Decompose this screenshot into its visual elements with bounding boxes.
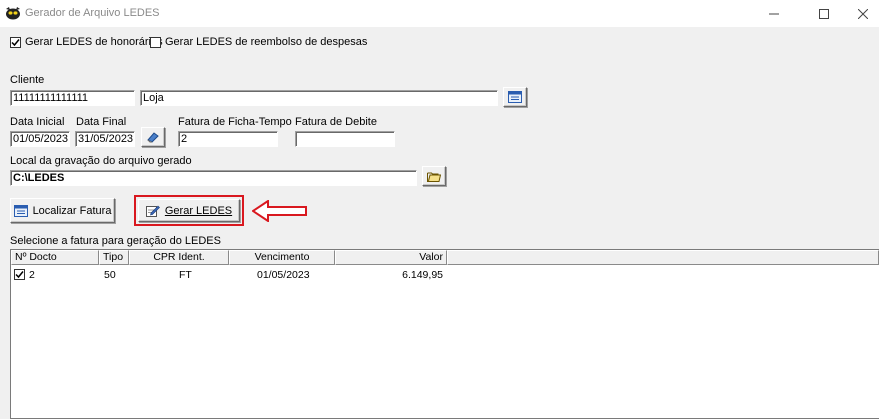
honorarios-checkbox[interactable] (10, 37, 21, 48)
column-header-filler (447, 250, 879, 265)
clear-dates-button[interactable] (141, 127, 165, 147)
close-button[interactable] (845, 0, 879, 27)
gerar-ledes-button[interactable]: Gerar LEDES (138, 199, 240, 222)
list-window-icon (508, 91, 522, 103)
invoice-grid[interactable]: Nº Docto Tipo CPR Ident. Vencimento Valo… (10, 249, 879, 419)
local-path-field[interactable]: C:\LEDES (10, 170, 417, 186)
browse-folder-button[interactable] (422, 166, 446, 186)
data-inicial-label: Data Inicial (10, 116, 65, 128)
column-header-valor[interactable]: Valor (335, 250, 447, 265)
minimize-button[interactable] (756, 0, 791, 27)
checkmark-icon (15, 271, 24, 279)
edit-document-icon (145, 205, 160, 217)
title-bar: Gerador de Arquivo LEDES (0, 0, 879, 27)
find-invoice-icon (13, 204, 28, 217)
cliente-code-field[interactable]: 11111111111111 (10, 90, 135, 106)
cliente-search-button[interactable] (503, 87, 527, 107)
cliente-name-field[interactable]: Loja (140, 90, 498, 106)
column-header-tipo[interactable]: Tipo (99, 250, 129, 265)
minimize-icon (768, 13, 779, 14)
localizar-fatura-label: Localizar Fatura (32, 204, 112, 217)
table-row[interactable]: 2 50 FT 01/05/2023 6.149,95 (11, 268, 879, 282)
cell-cpr: FT (179, 269, 192, 281)
column-header-docto[interactable]: Nº Docto (11, 250, 99, 265)
grid-header: Nº Docto Tipo CPR Ident. Vencimento Valo… (11, 250, 879, 265)
cell-vencimento: 01/05/2023 (257, 269, 310, 281)
cell-tipo: 50 (104, 269, 116, 281)
cell-docto: 2 (29, 269, 35, 281)
row-checkbox[interactable] (14, 269, 25, 280)
grid-caption: Selecione a fatura para geração do LEDES (10, 235, 221, 247)
window-title: Gerador de Arquivo LEDES (25, 7, 160, 19)
gerar-ledes-label: Gerar LEDES (164, 204, 233, 217)
column-header-cpr[interactable]: CPR Ident. (129, 250, 229, 265)
data-final-label: Data Final (76, 116, 127, 128)
cell-valor: 6.149,95 (402, 269, 443, 281)
fatura-ficha-label: Fatura de Ficha-Tempo (178, 116, 292, 128)
close-icon (857, 8, 868, 19)
localizar-fatura-button[interactable]: Localizar Fatura (10, 198, 115, 223)
checkmark-icon (11, 39, 20, 47)
data-inicial-field[interactable]: 01/05/2023 (10, 131, 70, 147)
cliente-label: Cliente (10, 74, 45, 86)
fatura-ficha-field[interactable]: 2 (178, 131, 278, 147)
local-label: Local da gravação do arquivo gerado (10, 155, 192, 167)
fatura-debite-field[interactable] (295, 131, 395, 147)
maximize-button[interactable] (806, 0, 841, 27)
fatura-debite-label: Fatura de Debite (295, 116, 377, 128)
data-final-field[interactable]: 31/05/2023 (75, 131, 135, 147)
column-header-vencimento[interactable]: Vencimento (229, 250, 335, 265)
annotation-arrow (252, 200, 307, 222)
eraser-icon (147, 132, 159, 143)
honorarios-label: Gerar LEDES de honorários (25, 36, 163, 48)
reembolso-label: Gerar LEDES de reembolso de despesas (165, 36, 368, 48)
maximize-icon (818, 8, 829, 19)
app-logo-icon (6, 7, 20, 20)
reembolso-checkbox[interactable] (150, 37, 161, 48)
folder-icon (427, 172, 441, 182)
